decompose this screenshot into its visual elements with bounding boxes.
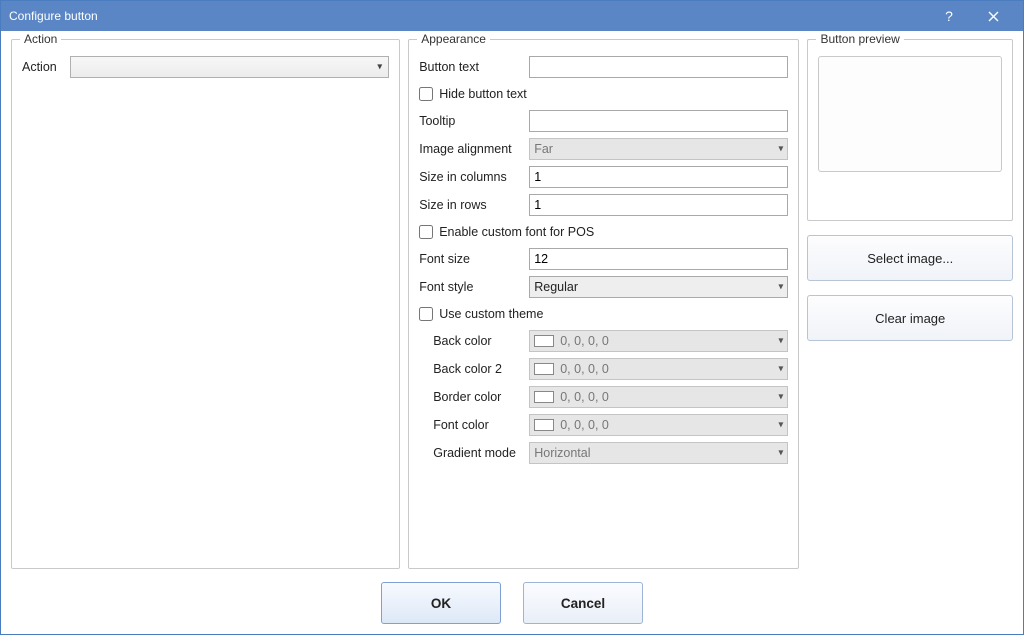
titlebar: Configure button ?	[1, 1, 1023, 31]
tooltip-input[interactable]	[529, 110, 788, 132]
dialog-footer: OK Cancel	[1, 572, 1023, 634]
hide-button-text-label: Hide button text	[439, 87, 527, 101]
font-size-input[interactable]	[529, 248, 788, 270]
button-text-label: Button text	[419, 60, 529, 74]
button-preview-legend: Button preview	[816, 32, 903, 46]
hide-button-text-checkbox[interactable]	[419, 87, 433, 101]
back-color2-value: 0, 0, 0, 0	[560, 362, 609, 376]
back-color2-label: Back color 2	[419, 362, 529, 376]
size-rows-label: Size in rows	[419, 198, 529, 212]
border-color-value: 0, 0, 0, 0	[560, 390, 609, 404]
cancel-button-label: Cancel	[561, 596, 605, 611]
chevron-down-icon: ▾	[778, 448, 783, 459]
configure-button-dialog: Configure button ? Action Action ▾	[0, 0, 1024, 635]
color-swatch-icon	[534, 419, 554, 431]
gradient-mode-value: Horizontal	[534, 446, 590, 460]
select-image-button[interactable]: Select image...	[807, 235, 1013, 281]
color-swatch-icon	[534, 391, 554, 403]
action-select[interactable]: ▾	[70, 56, 389, 78]
content-area: Action Action ▾ Appearance Button text	[1, 31, 1023, 572]
button-preview-group: Button preview	[807, 39, 1013, 221]
close-icon	[988, 11, 999, 22]
preview-column: Button preview Select image... Clear ima…	[807, 39, 1013, 572]
select-image-label: Select image...	[867, 251, 953, 266]
font-size-label: Font size	[419, 252, 529, 266]
size-rows-input[interactable]	[529, 194, 788, 216]
tooltip-label: Tooltip	[419, 114, 529, 128]
gradient-mode-select[interactable]: Horizontal ▾	[529, 442, 788, 464]
enable-custom-font-label: Enable custom font for POS	[439, 225, 594, 239]
back-color-label: Back color	[419, 334, 529, 348]
close-button[interactable]	[971, 2, 1015, 30]
font-color-label: Font color	[419, 418, 529, 432]
font-style-value: Regular	[534, 280, 578, 294]
action-group: Action Action ▾	[11, 39, 400, 569]
font-style-select[interactable]: Regular ▾	[529, 276, 788, 298]
back-color2-picker[interactable]: 0, 0, 0, 0 ▾	[529, 358, 788, 380]
color-swatch-icon	[534, 363, 554, 375]
ok-button[interactable]: OK	[381, 582, 501, 624]
chevron-down-icon: ▾	[778, 364, 783, 375]
size-columns-input[interactable]	[529, 166, 788, 188]
image-alignment-label: Image alignment	[419, 142, 529, 156]
image-alignment-select[interactable]: Far ▾	[529, 138, 788, 160]
appearance-group: Appearance Button text Hide button text …	[408, 39, 799, 569]
button-text-input[interactable]	[529, 56, 788, 78]
enable-custom-font-checkbox[interactable]	[419, 225, 433, 239]
border-color-label: Border color	[419, 390, 529, 404]
use-custom-theme-label: Use custom theme	[439, 307, 543, 321]
button-preview-area	[818, 56, 1002, 172]
use-custom-theme-checkbox[interactable]	[419, 307, 433, 321]
clear-image-label: Clear image	[875, 311, 945, 326]
clear-image-button[interactable]: Clear image	[807, 295, 1013, 341]
window-title: Configure button	[9, 9, 927, 23]
help-button[interactable]: ?	[927, 2, 971, 30]
back-color-value: 0, 0, 0, 0	[560, 334, 609, 348]
border-color-picker[interactable]: 0, 0, 0, 0 ▾	[529, 386, 788, 408]
ok-button-label: OK	[431, 596, 451, 611]
action-label: Action	[22, 60, 70, 74]
action-group-legend: Action	[20, 32, 61, 46]
appearance-group-legend: Appearance	[417, 32, 490, 46]
chevron-down-icon: ▾	[377, 62, 382, 73]
size-columns-label: Size in columns	[419, 170, 529, 184]
color-swatch-icon	[534, 335, 554, 347]
font-color-value: 0, 0, 0, 0	[560, 418, 609, 432]
client-area: Action Action ▾ Appearance Button text	[1, 31, 1023, 634]
font-color-picker[interactable]: 0, 0, 0, 0 ▾	[529, 414, 788, 436]
back-color-picker[interactable]: 0, 0, 0, 0 ▾	[529, 330, 788, 352]
cancel-button[interactable]: Cancel	[523, 582, 643, 624]
chevron-down-icon: ▾	[778, 282, 783, 293]
image-alignment-value: Far	[534, 142, 553, 156]
chevron-down-icon: ▾	[778, 144, 783, 155]
gradient-mode-label: Gradient mode	[419, 446, 529, 460]
chevron-down-icon: ▾	[778, 420, 783, 431]
font-style-label: Font style	[419, 280, 529, 294]
chevron-down-icon: ▾	[778, 336, 783, 347]
chevron-down-icon: ▾	[778, 392, 783, 403]
